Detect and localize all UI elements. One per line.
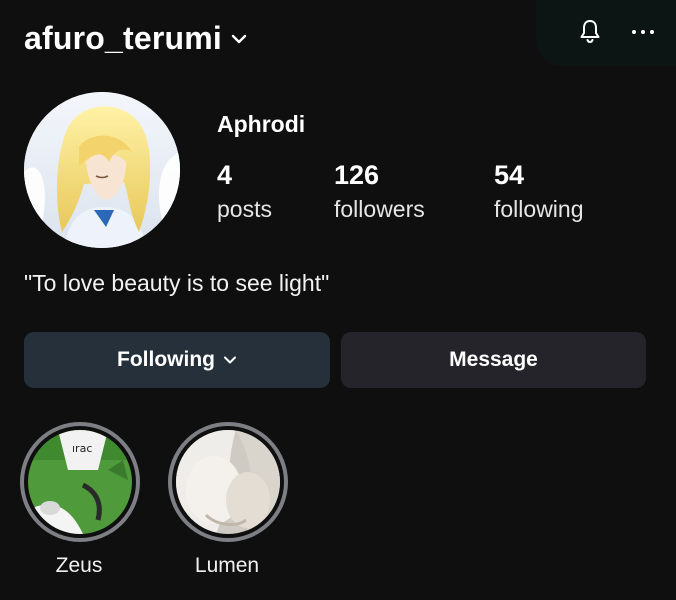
display-name: Aphrodi [217, 111, 306, 137]
following-button[interactable]: Following [24, 332, 330, 388]
bio: "To love beauty is to see light" [24, 270, 330, 296]
top-bar: afuro_terumi [0, 0, 676, 80]
chevron-down-icon [231, 34, 247, 43]
following-label: following [494, 196, 584, 222]
top-actions [536, 0, 676, 66]
highlight-zeus[interactable]: ırac Zeus [20, 422, 140, 578]
posts-label: posts [217, 196, 272, 222]
message-button-label: Message [449, 348, 538, 371]
stat-following[interactable]: 54 following [494, 158, 584, 226]
highlight-label-lumen: Lumen [194, 554, 260, 577]
followers-count: 126 [334, 160, 380, 190]
following-count: 54 [494, 160, 525, 190]
highlight-label-zeus: Zeus [55, 554, 103, 577]
avatar-image [24, 92, 180, 248]
highlight-cover-lumen [176, 430, 280, 534]
message-button[interactable]: Message [341, 332, 646, 388]
more-icon[interactable] [632, 20, 654, 42]
highlight-ring: ırac [20, 422, 140, 542]
posts-count: 4 [217, 160, 233, 190]
highlight-cover-zeus: ırac [28, 430, 132, 534]
avatar[interactable] [24, 92, 180, 248]
bell-icon[interactable] [578, 18, 602, 44]
stat-followers[interactable]: 126 followers [334, 158, 425, 226]
username: afuro_terumi [24, 20, 222, 56]
following-button-label: Following [117, 348, 215, 371]
highlight-lumen[interactable]: Lumen [168, 422, 288, 578]
stat-posts[interactable]: 4 posts [217, 158, 272, 226]
chevron-down-icon [223, 356, 236, 364]
svg-text:ırac: ırac [72, 442, 92, 455]
highlight-ring [168, 422, 288, 542]
account-switcher[interactable]: afuro_terumi [24, 20, 248, 57]
followers-label: followers [334, 196, 425, 222]
